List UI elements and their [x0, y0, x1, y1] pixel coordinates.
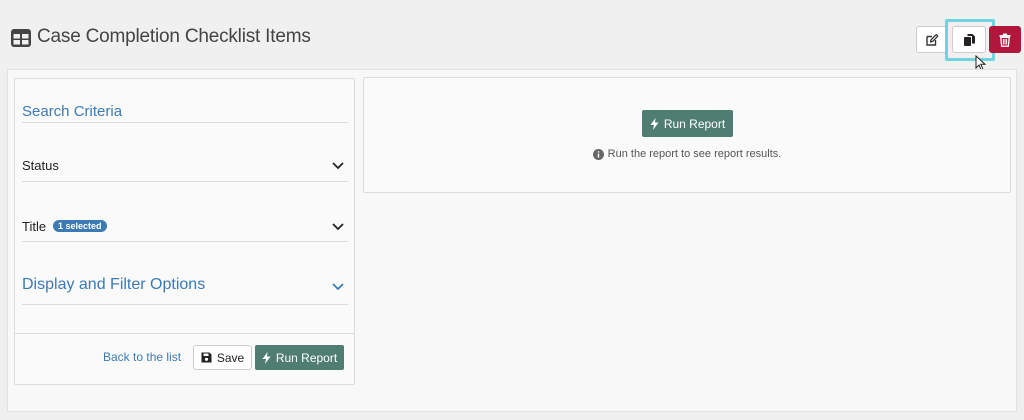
table-grid-icon [11, 29, 31, 47]
status-filter-label[interactable]: Status [22, 158, 59, 173]
delete-button[interactable] [989, 26, 1021, 53]
divider [22, 181, 348, 182]
run-report-label: Run Report [663, 116, 726, 131]
results-info-message: Run the report to see report results. [364, 148, 1010, 160]
trash-icon [999, 33, 1011, 47]
save-icon [201, 352, 212, 363]
run-report-button[interactable]: Run Report [255, 345, 344, 370]
info-icon [592, 148, 604, 160]
edit-icon [926, 33, 939, 46]
save-button[interactable]: Save [193, 345, 252, 370]
copy-icon [963, 33, 975, 46]
footer-divider [15, 333, 354, 334]
bolt-icon [650, 117, 659, 130]
copy-button[interactable] [952, 26, 986, 53]
save-button-label: Save [216, 350, 245, 365]
chevron-down-icon[interactable] [331, 282, 345, 292]
results-info-text: Run the report to see report results. [607, 148, 782, 160]
selected-count-badge: 1 selected [53, 220, 107, 232]
edit-button[interactable] [916, 26, 948, 53]
search-criteria-heading: Search Criteria [22, 103, 123, 120]
run-report-button-main[interactable]: Run Report [642, 110, 733, 137]
chevron-down-icon[interactable] [331, 222, 345, 232]
report-results-panel: Run Report Run the report to see report … [363, 77, 1011, 193]
page-header: Case Completion Checklist Items [0, 0, 1024, 71]
bolt-icon [262, 351, 271, 364]
divider [22, 241, 348, 242]
divider [22, 122, 348, 123]
chevron-down-icon[interactable] [331, 161, 345, 171]
display-filter-options-toggle[interactable]: Display and Filter Options [22, 276, 205, 294]
title-filter-label[interactable]: Title [22, 219, 46, 234]
search-criteria-panel: Search Criteria Status Title 1 selected … [14, 78, 355, 385]
run-report-label: Run Report [275, 350, 338, 365]
back-to-list-link[interactable]: Back to the list [103, 350, 181, 364]
page-title: Case Completion Checklist Items [37, 26, 311, 47]
divider [22, 304, 348, 305]
